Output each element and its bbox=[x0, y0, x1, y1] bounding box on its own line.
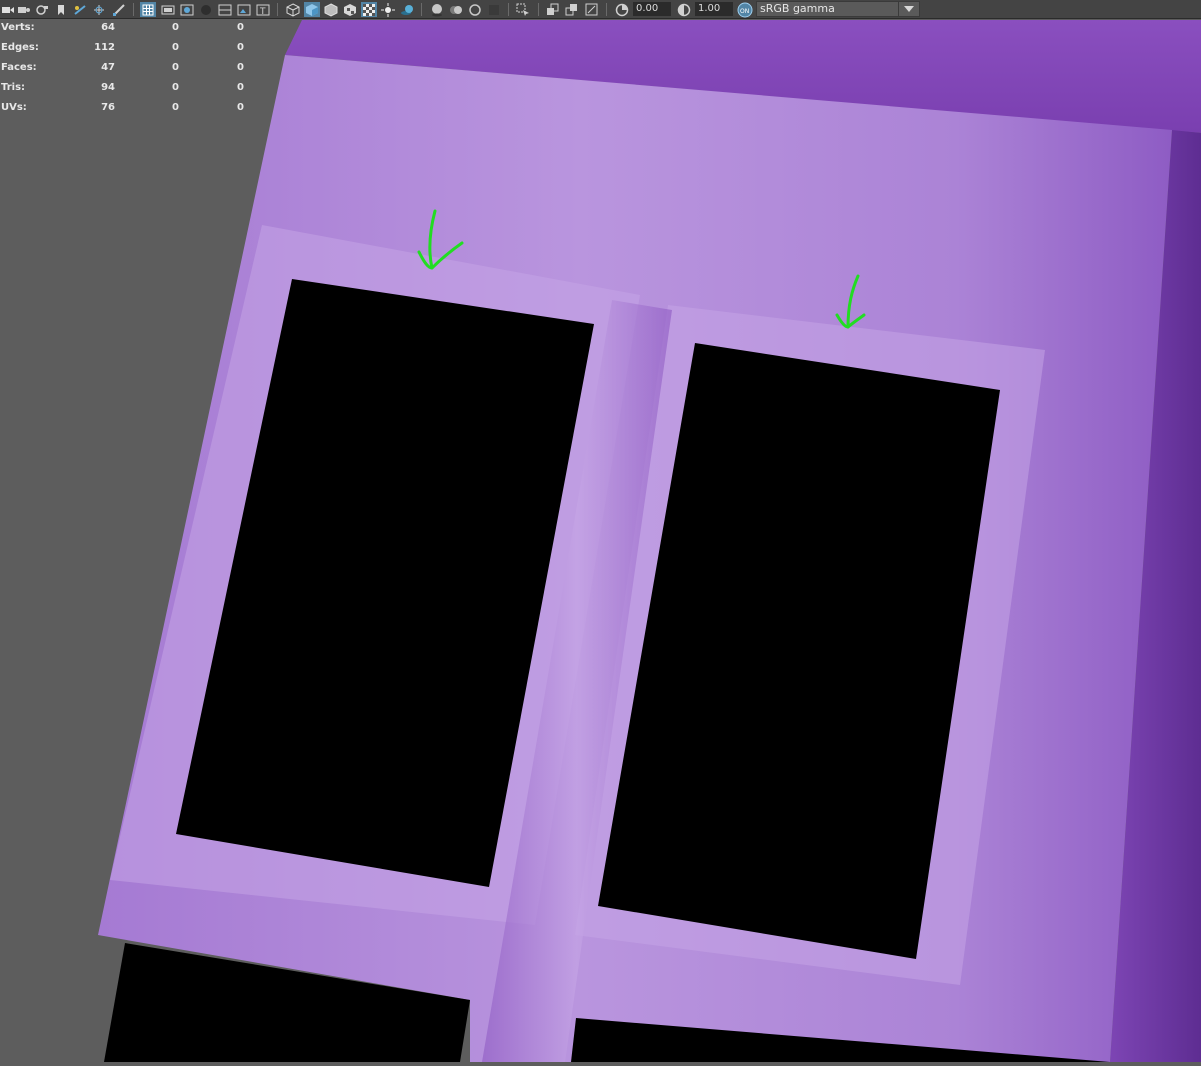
motion-blur-icon[interactable] bbox=[448, 2, 464, 17]
shadows-icon[interactable] bbox=[399, 2, 415, 17]
camera-bookmark-icon[interactable] bbox=[35, 2, 49, 17]
isolate-select-icon[interactable] bbox=[515, 2, 531, 17]
stats-value-component: 0 bbox=[237, 102, 244, 113]
screen-space-ao-icon[interactable] bbox=[429, 2, 445, 17]
shaded-icon[interactable] bbox=[304, 2, 320, 17]
exposure-icon[interactable] bbox=[614, 2, 630, 17]
toolbar-separator bbox=[277, 3, 278, 16]
stats-row-verts: Verts: 64 0 0 bbox=[0, 20, 260, 40]
field-chart-icon[interactable] bbox=[217, 2, 233, 17]
viewport-toolbar: T 0.00 1.00 ON sRGB gamma bbox=[0, 0, 1201, 19]
2d-pan-zoom-icon[interactable] bbox=[91, 2, 107, 17]
select-camera-icon[interactable] bbox=[1, 2, 15, 17]
resolution-gate-icon[interactable] bbox=[179, 2, 195, 17]
stats-value-component: 0 bbox=[237, 82, 244, 93]
camera-attributes-icon[interactable] bbox=[17, 2, 31, 17]
film-gate-icon[interactable] bbox=[160, 2, 176, 17]
gamma-field[interactable]: 1.00 bbox=[695, 2, 733, 16]
xray-active-components-icon[interactable] bbox=[584, 2, 600, 17]
toolbar-separator bbox=[538, 3, 539, 16]
toolbar-separator bbox=[606, 3, 607, 16]
image-plane-icon[interactable] bbox=[72, 2, 88, 17]
stats-row-edges: Edges: 112 0 0 bbox=[0, 40, 260, 60]
safe-action-icon[interactable] bbox=[236, 2, 252, 17]
xray-joints-icon[interactable] bbox=[564, 2, 580, 17]
wireframe-icon[interactable] bbox=[285, 2, 301, 17]
bookmark-icon[interactable] bbox=[54, 2, 68, 17]
gate-mask-icon[interactable] bbox=[198, 2, 214, 17]
textured-icon[interactable] bbox=[342, 2, 358, 17]
svg-text:ON: ON bbox=[740, 8, 749, 15]
stats-row-uvs: UVs: 76 0 0 bbox=[0, 100, 260, 120]
svg-text:T: T bbox=[259, 7, 266, 16]
checker-texture-icon[interactable] bbox=[361, 2, 377, 17]
wireframe-on-shaded-icon[interactable] bbox=[323, 2, 339, 17]
viewport-canvas bbox=[98, 20, 1201, 1062]
stats-value-component: 0 bbox=[237, 42, 244, 53]
color-space-dropdown[interactable]: sRGB gamma bbox=[756, 1, 920, 17]
stats-row-faces: Faces: 47 0 0 bbox=[0, 60, 260, 80]
xray-icon[interactable] bbox=[545, 2, 561, 17]
depth-of-field-icon[interactable] bbox=[486, 2, 502, 17]
toolbar-separator bbox=[421, 3, 422, 16]
3d-viewport[interactable] bbox=[0, 20, 1201, 1062]
grid-icon[interactable] bbox=[140, 2, 156, 17]
toolbar-separator bbox=[133, 3, 134, 16]
color-management-icon[interactable]: ON bbox=[737, 2, 753, 17]
chevron-down-icon bbox=[898, 2, 919, 16]
gamma-icon[interactable] bbox=[676, 2, 692, 17]
stats-value-component: 0 bbox=[237, 62, 244, 73]
grease-pencil-icon[interactable] bbox=[111, 2, 127, 17]
exposure-field[interactable]: 0.00 bbox=[633, 2, 671, 16]
color-space-label: sRGB gamma bbox=[760, 2, 835, 15]
stats-row-tris: Tris: 94 0 0 bbox=[0, 80, 260, 100]
stats-value-component: 0 bbox=[237, 22, 244, 33]
lights-icon[interactable] bbox=[380, 2, 396, 17]
safe-title-icon[interactable]: T bbox=[255, 2, 271, 17]
anti-aliasing-icon[interactable] bbox=[467, 2, 483, 17]
toolbar-separator bbox=[508, 3, 509, 16]
